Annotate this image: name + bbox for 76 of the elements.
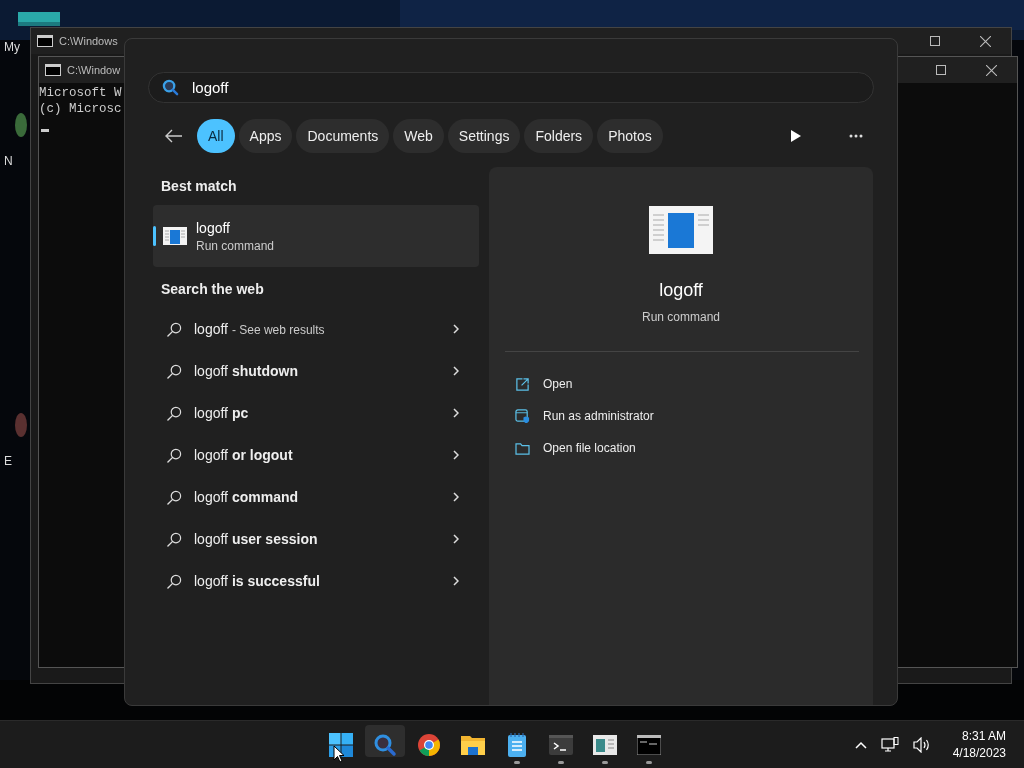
clock[interactable]: 8:31 AM 4/18/2023 (944, 729, 1006, 760)
run-window-icon (163, 227, 187, 245)
more-icon[interactable] (849, 134, 863, 138)
web-search-suggestion[interactable]: logoff - See web results (153, 308, 479, 350)
desktop-icon-label: My (4, 40, 20, 54)
section-heading: Best match (160, 177, 238, 196)
console-text: (c) Microsc (39, 101, 122, 117)
open-external-icon (515, 376, 530, 392)
terminal-icon (549, 734, 574, 755)
chevron-right-icon (453, 324, 459, 334)
result-subtitle: Run command (196, 238, 275, 253)
run-window-icon (593, 734, 618, 755)
console-text: Microsoft W (39, 85, 122, 101)
filter-tab[interactable]: Apps (238, 119, 293, 153)
action-item[interactable]: Open (515, 368, 873, 400)
window-title: C:\Windows (59, 35, 118, 47)
chevron-right-icon (453, 408, 459, 418)
search-icon (167, 363, 182, 379)
volume-icon[interactable] (912, 736, 931, 753)
search-icon (162, 79, 179, 96)
folder-icon (461, 733, 486, 756)
preview-title: logoff (659, 280, 703, 301)
desktop-icon-label: E (4, 454, 12, 468)
filter-tab[interactable]: Folders (524, 119, 594, 153)
back-arrow-icon[interactable] (165, 129, 183, 143)
preview-subtitle: Run command (641, 310, 720, 324)
search-icon (167, 573, 182, 589)
section-heading: Search the web (160, 280, 265, 299)
search-icon (167, 531, 182, 547)
filter-tab[interactable]: Photos (597, 119, 663, 153)
search-icon (167, 321, 182, 337)
run-window-icon (649, 206, 713, 254)
desktop-icon[interactable] (14, 110, 28, 140)
mouse-pointer-icon (333, 744, 346, 763)
network-icon[interactable] (880, 736, 899, 753)
best-match-item[interactable]: logoff Run command (153, 205, 479, 267)
shield-window-icon (515, 408, 530, 424)
action-item[interactable]: Run as administrator (515, 400, 873, 432)
filter-tab[interactable]: Documents (296, 119, 390, 153)
web-search-suggestion[interactable]: logoff user session (153, 518, 479, 560)
chevron-right-icon (453, 450, 459, 460)
desktop-icon-label: N (4, 154, 13, 168)
chevron-right-icon (453, 534, 459, 544)
chevron-right-icon (453, 492, 459, 502)
result-title: logoff (196, 219, 231, 236)
text-cursor (41, 129, 49, 132)
web-search-suggestion[interactable]: logoff is successful (153, 560, 479, 602)
web-search-suggestion[interactable]: logoff shutdown (153, 350, 479, 392)
filter-tab[interactable]: Web (393, 119, 444, 153)
search-icon (167, 405, 182, 421)
chevron-right-icon (453, 576, 459, 586)
search-icon (167, 447, 182, 463)
close-icon[interactable] (986, 64, 997, 76)
console-icon (37, 35, 53, 47)
chevron-up-icon[interactable] (854, 740, 867, 749)
notepad-icon (507, 732, 528, 757)
web-search-suggestion[interactable]: logoff or logout (153, 434, 479, 476)
browser-icon (417, 732, 442, 757)
search-icon (167, 489, 182, 505)
folder-icon (515, 441, 530, 455)
maximize-icon[interactable] (930, 36, 940, 46)
filter-tab[interactable]: All (197, 119, 235, 153)
chevron-right-icon (453, 366, 459, 376)
maximize-icon[interactable] (936, 65, 946, 75)
play-icon[interactable] (791, 130, 801, 142)
web-search-suggestion[interactable]: logoff command (153, 476, 479, 518)
search-field[interactable]: logoff (148, 72, 874, 103)
action-item[interactable]: Open file location (515, 432, 873, 464)
search-icon (373, 732, 398, 757)
close-icon[interactable] (980, 35, 991, 47)
window-title: C:\Window (67, 64, 121, 76)
selection-indicator (153, 226, 156, 246)
console-icon (637, 734, 662, 755)
console-icon (45, 64, 61, 76)
web-search-suggestion[interactable]: logoff pc (153, 392, 479, 434)
filter-tab[interactable]: Settings (447, 119, 521, 153)
